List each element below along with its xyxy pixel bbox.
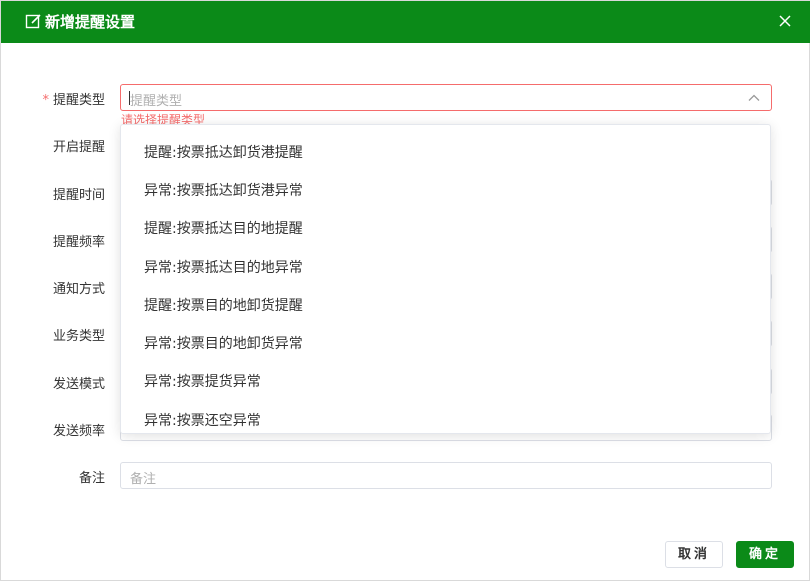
reminder-type-label: * 提醒类型 [42,93,105,108]
dropdown-option[interactable]: 异常:按票目的地卸货异常 [121,325,770,363]
dialog-title: 新增提醒设置 [45,13,136,31]
dropdown-option[interactable]: 提醒:按票抵达目的地提醒 [121,210,770,248]
reminder-time-label: 提醒时间 [52,188,105,203]
cancel-button[interactable]: 取消 [665,541,723,568]
dialog-header: 新增提醒设置 [1,1,810,43]
remark-label: 备注 [78,471,105,486]
reminder-type-placeholder: 提醒类型 [130,94,183,109]
send-mode-label: 发送模式 [52,377,105,392]
dropdown-option[interactable]: 异常:按票抵达目的地异常 [121,249,770,287]
reminder-frequency-label: 提醒频率 [52,235,105,250]
notify-method-label: 通知方式 [52,282,105,297]
remark-placeholder: 备注 [130,472,157,487]
enable-reminder-label: 开启提醒 [52,140,105,155]
send-frequency-label: 发送频率 [52,424,105,439]
dropdown-option[interactable]: 提醒:按票抵达卸货港提醒 [121,134,770,172]
dropdown-option[interactable]: 异常:按票抵达卸货港异常 [121,172,770,210]
required-mark: * [42,93,49,108]
confirm-button[interactable]: 确定 [736,541,794,568]
dropdown-option[interactable]: 异常:按票还空异常 [121,402,770,433]
reminder-type-dropdown: 提醒:按票抵达卸货港提醒 异常:按票抵达卸货港异常 提醒:按票抵达目的地提醒 异… [120,124,771,434]
chevron-up-icon[interactable] [747,92,761,104]
reminder-type-select[interactable]: 提醒类型 [120,84,772,111]
close-icon[interactable] [777,13,793,29]
dropdown-option[interactable]: 提醒:按票目的地卸货提醒 [121,287,770,325]
dropdown-arrow [436,125,452,132]
dropdown-option[interactable]: 异常:按票提货异常 [121,363,770,401]
remark-input[interactable]: 备注 [120,462,772,489]
dialog: 新增提醒设置 * 提醒类型 提醒类型 请选择提醒类型 开启提醒 提醒时间 提醒频率… [0,0,810,581]
edit-icon [25,14,41,29]
business-type-label: 业务类型 [52,329,105,344]
